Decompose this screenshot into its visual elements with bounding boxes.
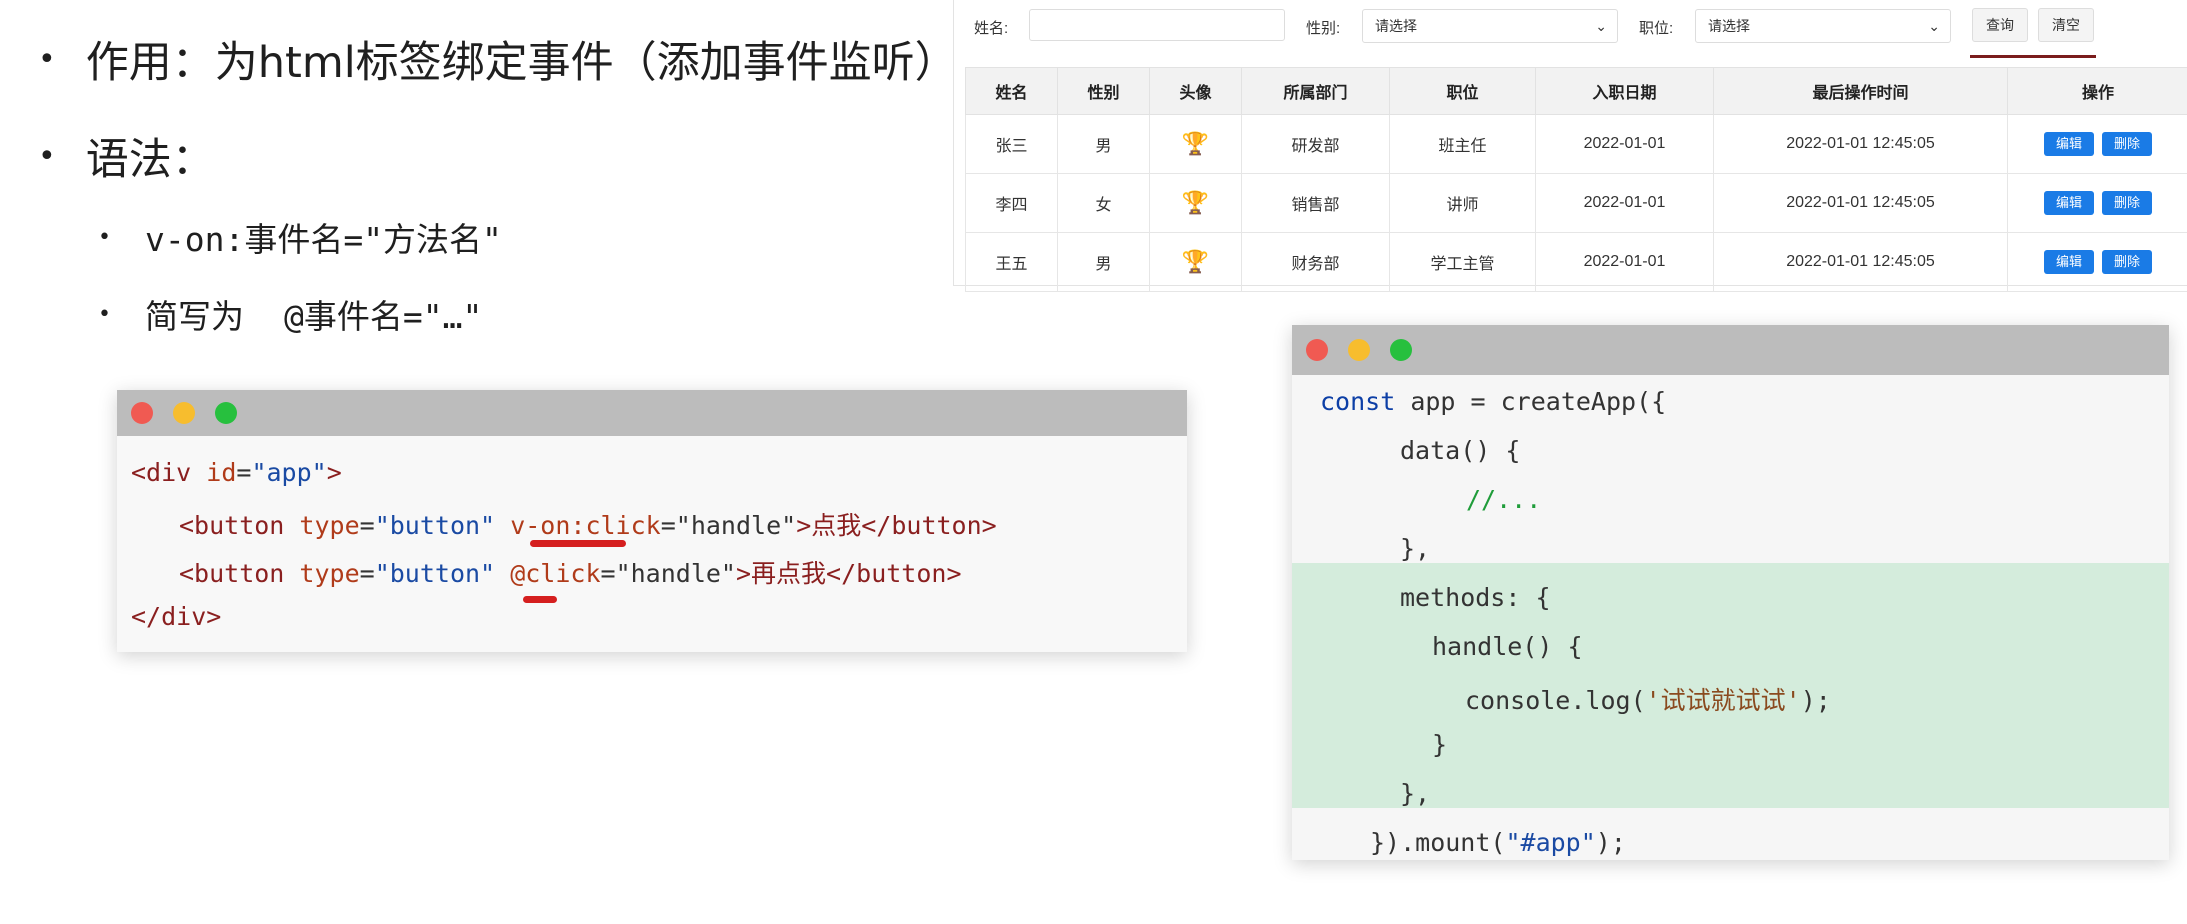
close-dot-icon xyxy=(1306,339,1328,361)
cell-actions: 编辑 删除 xyxy=(2007,173,2187,233)
cell-last-op: 2022-01-01 12:45:05 xyxy=(1713,173,2008,233)
js-code-window: const app = createApp({ data() { //... }… xyxy=(1292,325,2169,860)
bullet-purpose: • 作用：为html标签绑定事件（添加事件监听） xyxy=(38,28,958,90)
sub-bullet-von-text: v-on:事件名="方法名" xyxy=(144,220,502,259)
name-filter-label: 姓名: xyxy=(974,20,1009,37)
bullet-syntax: • 语法： xyxy=(38,125,215,187)
js-line-9: }, xyxy=(1400,779,1431,808)
cell-actions: 编辑 删除 xyxy=(2007,232,2187,292)
cell-gender: 男 xyxy=(1057,114,1150,174)
employee-table: 姓名 性别 头像 所属部门 职位 入职日期 最后操作时间 操作 张三 男 🏆 研… xyxy=(965,67,2187,292)
edit-button[interactable]: 编辑 xyxy=(2043,191,2094,215)
cell-date: 2022-01-01 xyxy=(1535,173,1714,233)
js-line-2: data() { xyxy=(1400,436,1521,465)
name-filter-input[interactable] xyxy=(1029,9,1285,41)
cell-avatar: 🏆 xyxy=(1149,114,1242,174)
search-button[interactable]: 查询 xyxy=(1972,8,2028,42)
trophy-icon: 🏆 xyxy=(1181,190,1210,215)
sub-bullet-shorthand: • 简写为 @事件名="…" xyxy=(98,290,482,338)
header-name: 姓名 xyxy=(965,67,1058,115)
sub-bullet-shorthand-code: @事件名="…" xyxy=(283,297,483,336)
table-row: 王五 男 🏆 财务部 学工主管 2022-01-01 2022-01-01 12… xyxy=(965,232,2187,292)
close-dot-icon xyxy=(131,402,153,424)
search-button-underline xyxy=(1970,55,2096,58)
edit-button[interactable]: 编辑 xyxy=(2043,132,2094,156)
gender-filter-label: 性别: xyxy=(1306,20,1341,37)
cell-name: 王五 xyxy=(965,232,1058,292)
table-row: 李四 女 🏆 销售部 讲师 2022-01-01 2022-01-01 12:4… xyxy=(965,173,2187,233)
gender-filter-select[interactable]: 请选择 ⌄ xyxy=(1362,9,1618,43)
cell-actions: 编辑 删除 xyxy=(2007,114,2187,174)
cell-name: 李四 xyxy=(965,173,1058,233)
window-titlebar xyxy=(117,390,1187,436)
code-line-3: <button type="button" @click="handle">再点… xyxy=(179,559,962,588)
chevron-down-icon: ⌄ xyxy=(1595,18,1607,34)
code-line-1: <div id="app"> xyxy=(131,458,342,487)
cell-position: 讲师 xyxy=(1389,173,1536,233)
minimize-dot-icon xyxy=(1348,339,1370,361)
sub-bullet-von: • v-on:事件名="方法名" xyxy=(98,213,502,261)
cell-gender: 男 xyxy=(1057,232,1150,292)
header-date: 入职日期 xyxy=(1535,67,1714,115)
header-last-op: 最后操作时间 xyxy=(1713,67,2008,115)
cell-dept: 财务部 xyxy=(1241,232,1390,292)
bullet-dot: • xyxy=(38,138,56,174)
maximize-dot-icon xyxy=(1390,339,1412,361)
header-gender: 性别 xyxy=(1057,67,1150,115)
at-underline xyxy=(523,596,557,603)
employee-table-app: 姓名: 性别: 请选择 ⌄ 职位: 请选择 ⌄ 查询 清空 姓名 性别 头像 所… xyxy=(953,0,2187,292)
bullet-dot: • xyxy=(38,41,56,77)
cell-position: 学工主管 xyxy=(1389,232,1536,292)
edit-button[interactable]: 编辑 xyxy=(2043,250,2094,274)
cell-dept: 销售部 xyxy=(1241,173,1390,233)
header-dept: 所属部门 xyxy=(1241,67,1390,115)
js-line-4: }, xyxy=(1400,534,1431,563)
js-line-1: const app = createApp({ xyxy=(1320,387,1667,416)
window-titlebar xyxy=(1292,325,2169,375)
js-line-3: //... xyxy=(1466,485,1542,514)
position-filter-label: 职位: xyxy=(1639,20,1674,37)
header-actions: 操作 xyxy=(2007,67,2187,115)
header-position: 职位 xyxy=(1389,67,1536,115)
cell-last-op: 2022-01-01 12:45:05 xyxy=(1713,114,2008,174)
trophy-icon: 🏆 xyxy=(1181,131,1210,156)
js-line-7: console.log('试试就试试'); xyxy=(1465,686,1831,715)
bullet-dot: • xyxy=(98,301,111,327)
js-line-8: } xyxy=(1432,730,1448,759)
cell-position: 班主任 xyxy=(1389,114,1536,174)
maximize-dot-icon xyxy=(215,402,237,424)
position-filter-select[interactable]: 请选择 ⌄ xyxy=(1695,9,1951,43)
table-header-row: 姓名 性别 头像 所属部门 职位 入职日期 最后操作时间 操作 xyxy=(965,67,2187,115)
table-row: 张三 男 🏆 研发部 班主任 2022-01-01 2022-01-01 12:… xyxy=(965,114,2187,174)
header-avatar: 头像 xyxy=(1149,67,1242,115)
cell-name: 张三 xyxy=(965,114,1058,174)
bullet-purpose-text: 作用：为html标签绑定事件（添加事件监听） xyxy=(85,38,958,88)
gender-filter-value: 请选择 xyxy=(1375,18,1417,34)
js-line-6: handle() { xyxy=(1432,632,1583,661)
delete-button[interactable]: 删除 xyxy=(2102,132,2153,156)
von-underline xyxy=(530,540,626,547)
js-line-10: }).mount("#app"); xyxy=(1370,828,1626,857)
js-line-5: methods: { xyxy=(1400,583,1551,612)
cell-dept: 研发部 xyxy=(1241,114,1390,174)
cell-gender: 女 xyxy=(1057,173,1150,233)
cell-date: 2022-01-01 xyxy=(1535,114,1714,174)
trophy-icon: 🏆 xyxy=(1181,249,1210,274)
bullet-dot: • xyxy=(98,224,111,250)
cell-last-op: 2022-01-01 12:45:05 xyxy=(1713,232,2008,292)
clear-button[interactable]: 清空 xyxy=(2038,8,2094,42)
cell-avatar: 🏆 xyxy=(1149,232,1242,292)
code-line-2: <button type="button" v-on:click="handle… xyxy=(179,511,997,540)
minimize-dot-icon xyxy=(173,402,195,424)
delete-button[interactable]: 删除 xyxy=(2102,250,2153,274)
html-code-window: <div id="app"> <button type="button" v-o… xyxy=(117,390,1187,652)
cell-avatar: 🏆 xyxy=(1149,173,1242,233)
chevron-down-icon: ⌄ xyxy=(1928,18,1940,34)
cell-date: 2022-01-01 xyxy=(1535,232,1714,292)
sub-bullet-shorthand-prefix: 简写为 xyxy=(144,297,244,336)
delete-button[interactable]: 删除 xyxy=(2102,191,2153,215)
code-line-4: </div> xyxy=(131,602,222,631)
position-filter-value: 请选择 xyxy=(1708,18,1750,34)
bullet-syntax-text: 语法： xyxy=(85,135,215,185)
